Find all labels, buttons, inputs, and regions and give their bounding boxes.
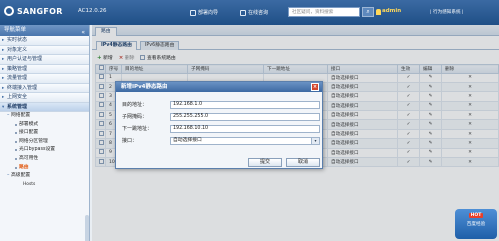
user-icon [376,9,381,15]
add-route-dialog: 新增IPv4静态路由 × 目的地址： 192.168.1.0 子网掩码： 255… [115,81,323,169]
field-mask: 子网掩码： 255.255.255.0 [122,112,320,121]
top-bar: SANGFOR AC12.0.26 部署向导 在线咨询 社区疑问，资料搜索 ⌕ … [0,0,499,25]
version-label: AC12.0.26 [78,8,107,14]
behavior-system-link[interactable]: | 行为感知系统 | [430,9,464,15]
online-consult-link[interactable]: 在线咨询 [240,9,268,16]
submit-button[interactable]: 提交 [248,158,282,167]
sidebar-header: 导航菜单 « [0,25,89,36]
sidebar-item-objects[interactable]: 对象定义 [0,45,89,55]
sidebar-sub-network[interactable]: 网络配置 [0,112,89,121]
chat-icon [240,9,246,16]
sidebar-item-security[interactable]: 上网安全 [0,93,89,103]
sidebar-sub-ha[interactable]: 高可用性 [0,155,89,164]
field-interface: 接口： 自动选择接口 ▾ [122,136,320,145]
close-icon[interactable]: × [311,83,319,91]
sidebar-item-policy[interactable]: 策略管理 [0,64,89,74]
sidebar-sub-advanced[interactable]: 高级配置 [0,172,89,181]
dialog-title: 新增IPv4静态路由 × [116,82,322,92]
sidebar-item-auth[interactable]: 用户认证与管理 [0,55,89,65]
sidebar-sub-hosts[interactable]: Hosts [0,181,89,190]
sidebar-sub-bypass[interactable]: 光口bypass设置 [0,146,89,155]
dest-label: 目的地址： [122,102,148,108]
next-hop-label: 下一跳地址： [122,126,153,132]
sidebar-sub-deploy-mode[interactable]: 部署模式 [0,121,89,130]
user-menu[interactable]: admin [382,8,401,14]
mask-label: 子网掩码： [122,114,148,120]
cancel-button[interactable]: 取消 [286,158,320,167]
next-hop-input[interactable]: 192.168.10.10 [170,124,320,133]
sidebar-item-system[interactable]: 系统管理 [0,102,89,112]
sidebar-scrollbar[interactable] [85,215,89,241]
field-dest: 目的地址： 192.168.1.0 [122,100,320,109]
chevron-down-icon[interactable]: ▾ [311,137,319,144]
sidebar-item-traffic[interactable]: 流量管理 [0,74,89,84]
logo-text: SANGFOR [17,6,63,16]
field-next-hop: 下一跳地址： 192.168.10.10 [122,124,320,133]
watermark-logo: HOT 百度经验 [455,209,497,239]
sidebar-item-realtime[interactable]: 实时状态 [0,36,89,46]
sidebar: 导航菜单 « 实时状态 对象定义 用户认证与管理 策略管理 流量管理 终端接入管… [0,25,90,241]
sidebar-sub-routing[interactable]: 路由 [0,164,89,173]
interface-label: 接口： [122,138,138,144]
logo-icon [4,6,14,16]
mask-input[interactable]: 255.255.255.0 [170,112,320,121]
dest-input[interactable]: 192.168.1.0 [170,100,320,109]
sidebar-sub-zones[interactable]: 网络分区管理 [0,138,89,147]
wizard-icon [190,9,196,16]
deploy-wizard-link[interactable]: 部署向导 [190,9,218,16]
brand-logo: SANGFOR [4,6,63,16]
sidebar-item-terminal[interactable]: 终端接入管理 [0,83,89,93]
sidebar-sub-interfaces[interactable]: 接口配置 [0,129,89,138]
search-button[interactable]: ⌕ [362,7,374,17]
search-input[interactable]: 社区疑问，资料搜索 [288,7,360,17]
interface-select[interactable]: 自动选择接口 ▾ [170,136,320,145]
